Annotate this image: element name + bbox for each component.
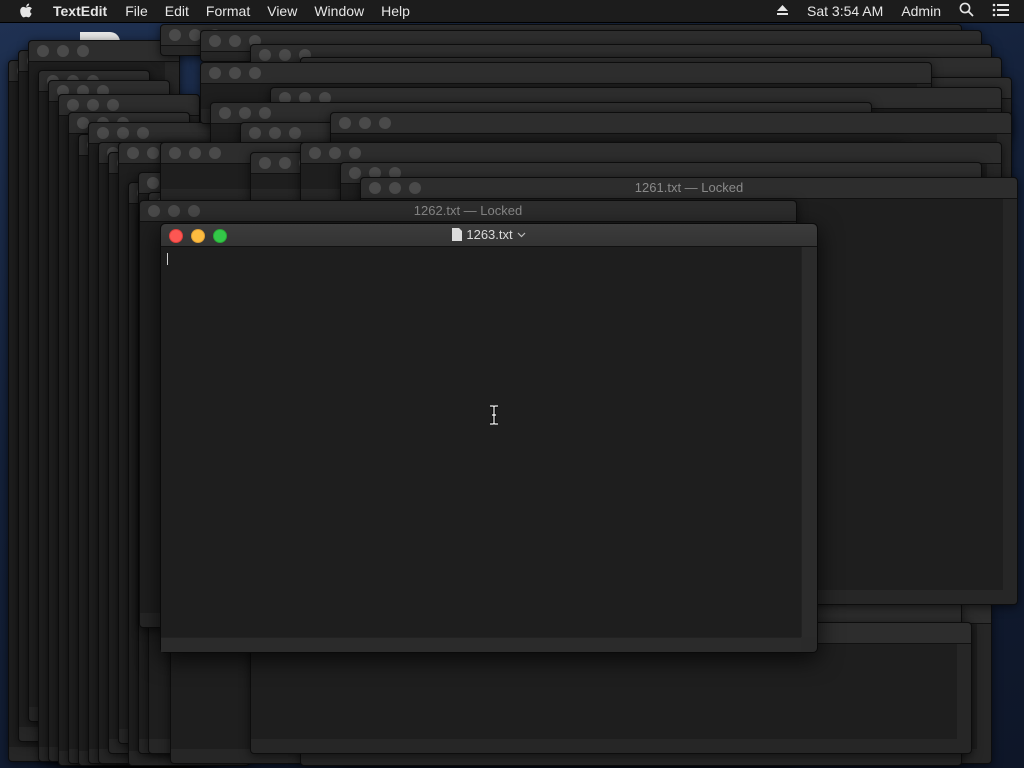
zoom-button[interactable] [259, 107, 271, 119]
minimize-button[interactable] [147, 147, 159, 159]
stacked-window-traffic-lights [339, 117, 391, 129]
minimize-button[interactable] [229, 67, 241, 79]
window-1262-title: 1262.txt — Locked [413, 203, 523, 218]
minimize-button[interactable] [269, 127, 281, 139]
stacked-window-traffic-lights [219, 107, 271, 119]
stacked-window-traffic-lights [97, 127, 149, 139]
zoom-button[interactable] [107, 99, 119, 111]
window-1262-titlebar[interactable]: 1262.txt — Locked [140, 201, 796, 222]
text-caret [167, 253, 168, 265]
stacked-window-traffic-lights [169, 147, 221, 159]
minimize-button[interactable] [329, 147, 341, 159]
close-button[interactable] [97, 127, 109, 139]
vertical-scrollbar[interactable] [801, 247, 817, 637]
menu-file[interactable]: File [125, 0, 148, 22]
close-button[interactable] [209, 35, 221, 47]
stacked-window-traffic-lights [67, 99, 119, 111]
stacked-window-titlebar[interactable] [201, 63, 931, 84]
close-button[interactable] [259, 49, 271, 61]
zoom-button[interactable] [379, 117, 391, 129]
window-title[interactable]: 1263.txt [161, 227, 817, 242]
stacked-window-traffic-lights [209, 67, 261, 79]
close-button[interactable] [309, 147, 321, 159]
document-icon [452, 228, 463, 241]
close-button[interactable] [219, 107, 231, 119]
close-button[interactable] [147, 177, 159, 189]
menu-help[interactable]: Help [381, 0, 410, 22]
stacked-window-traffic-lights [37, 45, 89, 57]
menu-format[interactable]: Format [206, 0, 250, 22]
menu-bar: TextEdit File Edit Format View Window He… [0, 0, 1024, 23]
menu-edit[interactable]: Edit [165, 0, 189, 22]
minimize-button[interactable] [239, 107, 251, 119]
zoom-button[interactable] [249, 67, 261, 79]
ibeam-cursor-icon [490, 405, 498, 425]
minimize-button[interactable] [189, 147, 201, 159]
clock[interactable]: Sat 3:54 AM [807, 3, 883, 19]
window-1263-titlebar[interactable]: 1263.txt [161, 224, 817, 247]
stacked-window-titlebar[interactable] [301, 143, 1001, 164]
zoom-button[interactable] [77, 45, 89, 57]
window-title-text: 1263.txt [466, 227, 513, 242]
apple-icon[interactable] [19, 2, 37, 20]
minimize-button[interactable] [57, 45, 69, 57]
stacked-window-traffic-lights [309, 147, 361, 159]
minimize-button[interactable] [87, 99, 99, 111]
minimize-button[interactable] [117, 127, 129, 139]
close-button[interactable] [169, 147, 181, 159]
stacked-window-titlebar[interactable] [331, 113, 1011, 134]
minimize-button[interactable] [279, 157, 291, 169]
user-menu[interactable]: Admin [901, 3, 941, 19]
stacked-window-editor[interactable] [251, 644, 957, 739]
zoom-button[interactable] [289, 127, 301, 139]
close-button[interactable] [259, 157, 271, 169]
close-button[interactable] [37, 45, 49, 57]
chevron-down-icon[interactable] [517, 232, 526, 238]
window-1261-title: 1261.txt — Locked [634, 180, 744, 195]
close-button[interactable] [339, 117, 351, 129]
menu-app-name[interactable]: TextEdit [53, 0, 107, 22]
close-button[interactable] [67, 99, 79, 111]
zoom-button[interactable] [209, 147, 221, 159]
zoom-button[interactable] [349, 147, 361, 159]
close-button[interactable] [127, 147, 139, 159]
notification-center-icon[interactable] [992, 3, 1010, 20]
close-button[interactable] [249, 127, 261, 139]
stacked-window-titlebar[interactable] [89, 123, 219, 144]
zoom-button[interactable] [137, 127, 149, 139]
menu-window[interactable]: Window [314, 0, 364, 22]
close-button[interactable] [169, 29, 181, 41]
minimize-button[interactable] [359, 117, 371, 129]
eject-icon[interactable] [776, 3, 789, 19]
text-editor[interactable] [161, 247, 801, 637]
minimize-button[interactable] [229, 35, 241, 47]
spotlight-search-icon[interactable] [959, 2, 974, 20]
window-1263[interactable]: 1263.txt [160, 223, 818, 653]
stacked-window-titlebar[interactable] [29, 41, 179, 62]
close-button[interactable] [349, 167, 361, 179]
horizontal-scrollbar[interactable] [161, 637, 801, 652]
minimize-button[interactable] [279, 49, 291, 61]
window-1261-titlebar[interactable]: 1261.txt — Locked [361, 178, 1017, 199]
menu-view[interactable]: View [267, 0, 297, 22]
stacked-window-traffic-lights [249, 127, 301, 139]
close-button[interactable] [209, 67, 221, 79]
